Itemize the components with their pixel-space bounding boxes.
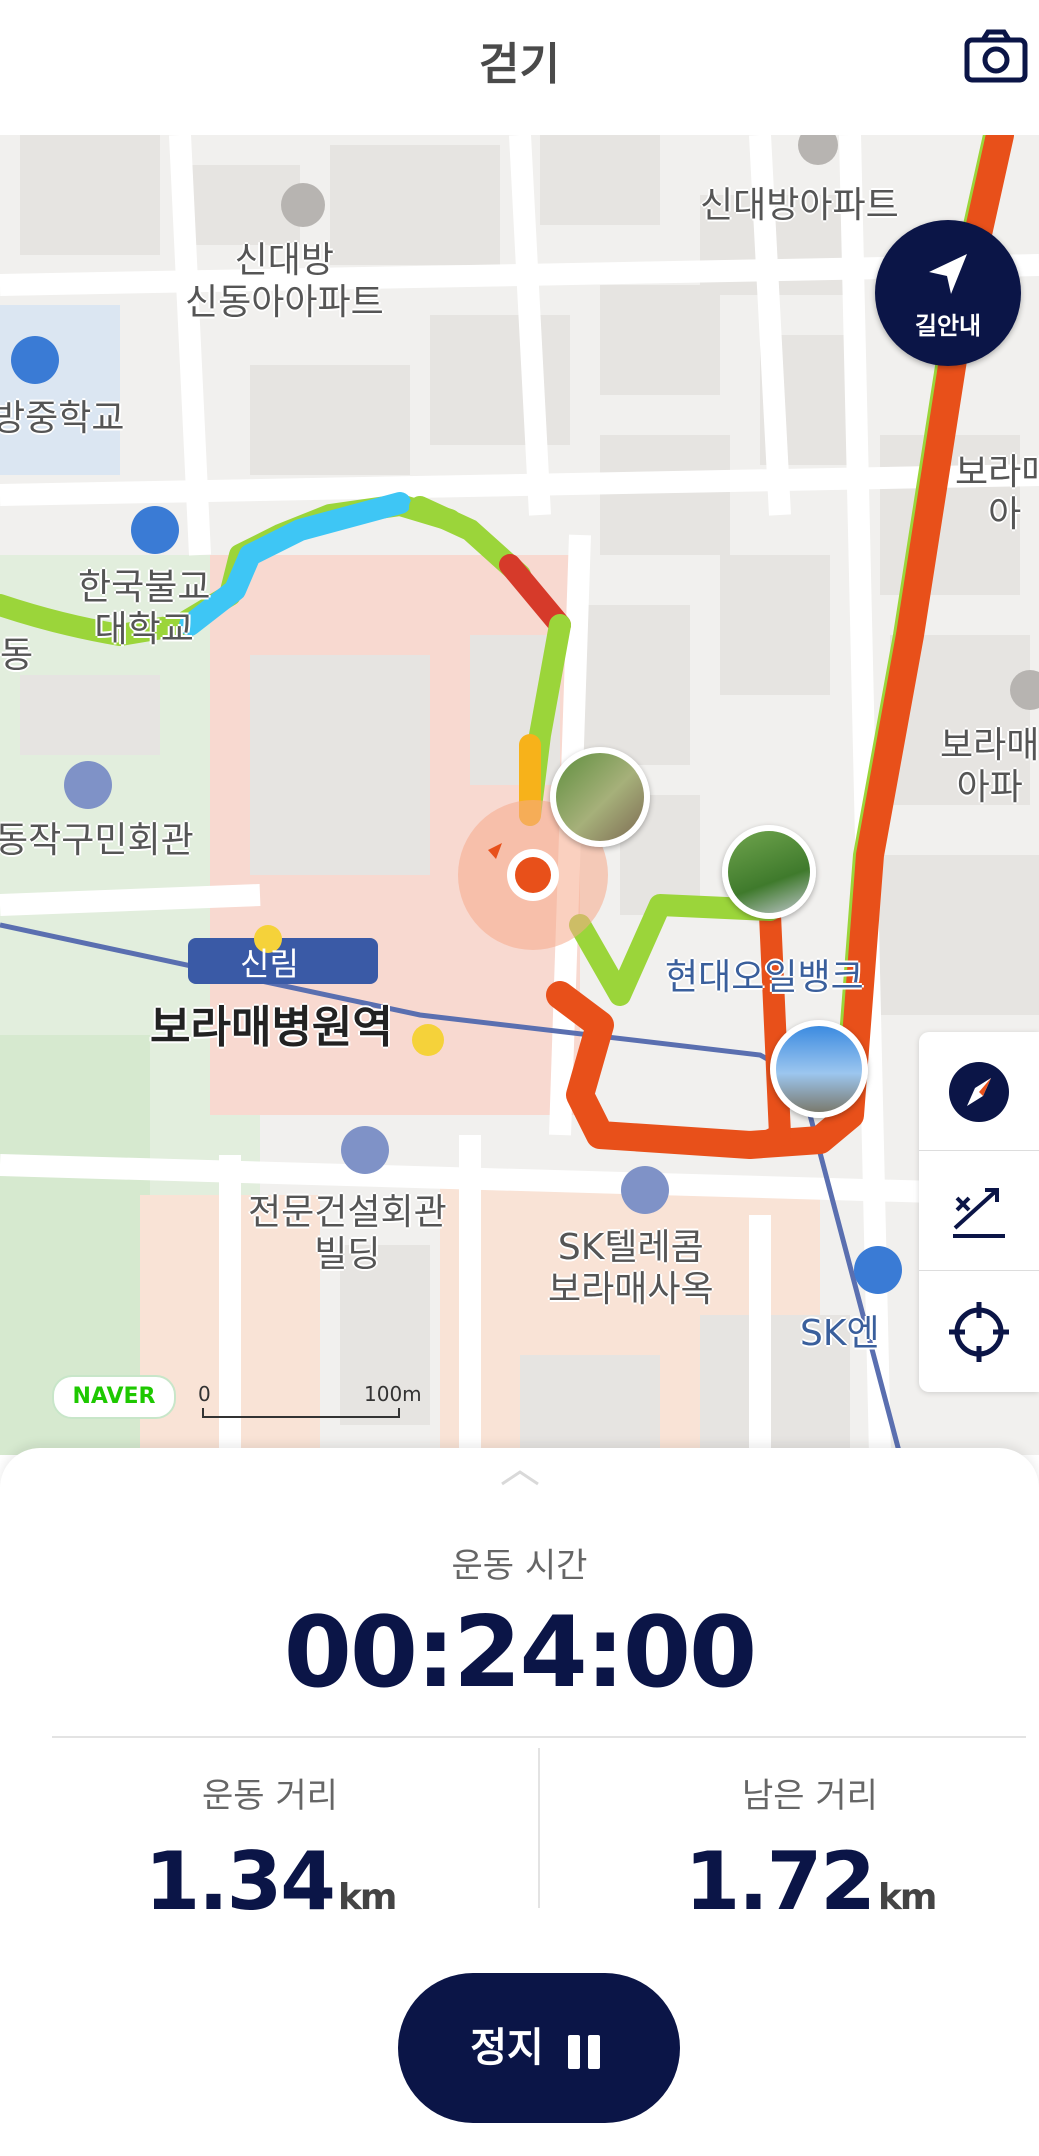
navigation-arrow-icon bbox=[929, 254, 967, 294]
map-label: 신림 bbox=[240, 945, 299, 983]
time-label: 운동 시간 bbox=[451, 1546, 588, 1586]
photo-thumbnail[interactable] bbox=[770, 1020, 868, 1118]
scale-zero: 0 bbox=[198, 1382, 211, 1406]
scale-distance: 100m bbox=[364, 1382, 422, 1406]
map-label: 보라매 아 bbox=[955, 452, 1039, 535]
top-bar: 걷기 bbox=[0, 0, 1039, 135]
pause-icon bbox=[567, 1975, 608, 2125]
locate-icon bbox=[949, 1302, 1009, 1362]
map-label: 동 bbox=[0, 635, 34, 676]
distance-unit: km bbox=[337, 1877, 397, 1918]
photo-thumbnail[interactable] bbox=[722, 825, 816, 919]
page-title: 걷기 bbox=[479, 39, 560, 90]
chevron-up-icon[interactable] bbox=[500, 1468, 540, 1488]
divider bbox=[538, 1748, 540, 1908]
locate-button[interactable] bbox=[919, 1272, 1039, 1390]
divider bbox=[52, 1736, 1026, 1738]
map-label: 방중학교 bbox=[0, 398, 125, 439]
remaining-value: 1.72 bbox=[684, 1835, 876, 1928]
compass-button[interactable] bbox=[919, 1032, 1039, 1151]
stop-button[interactable]: 정지 bbox=[398, 1973, 680, 2123]
map-scale: 0 100m bbox=[198, 1382, 422, 1420]
remaining-stat: 남은 거리 1.72 km bbox=[610, 1768, 1010, 1928]
distance-stat: 운동 거리 1.34 km bbox=[70, 1768, 470, 1928]
scale-bar bbox=[202, 1408, 400, 1418]
map-label: 신대방 신동아아파트 bbox=[185, 240, 384, 323]
compass-icon bbox=[949, 1062, 1009, 1122]
station-label: 보라매병원역 bbox=[150, 1002, 393, 1053]
map-label: 동작구민회관 bbox=[0, 820, 194, 861]
remaining-unit: km bbox=[877, 1877, 937, 1918]
map-label: 전문건설회관 빌딩 bbox=[248, 1192, 447, 1275]
time-value: 00:24:00 bbox=[283, 1596, 758, 1710]
route-icon bbox=[953, 1188, 1005, 1238]
stop-label: 정지 bbox=[470, 2025, 544, 2071]
route-button[interactable] bbox=[919, 1152, 1039, 1271]
navigation-button[interactable]: 길안내 bbox=[875, 220, 1021, 366]
navigation-label: 길안내 bbox=[914, 312, 982, 340]
map-label: 한국불교 대학교 bbox=[78, 567, 211, 650]
distance-value: 1.34 bbox=[144, 1835, 336, 1928]
map-label: 현대오일뱅크 bbox=[665, 957, 864, 998]
map-label: SK텔레콤 보라매사옥 bbox=[548, 1227, 714, 1310]
map-label: 신대방아파트 bbox=[700, 185, 899, 226]
map-toolbar bbox=[919, 1032, 1039, 1392]
map-label: SK엔 bbox=[800, 1313, 880, 1354]
photo-thumbnail[interactable] bbox=[550, 747, 650, 847]
map-label: 보라매 아파 bbox=[940, 725, 1039, 808]
distance-label: 운동 거리 bbox=[202, 1776, 338, 1816]
naver-logo: NAVER bbox=[52, 1375, 176, 1419]
remaining-label: 남은 거리 bbox=[742, 1776, 878, 1816]
camera-icon[interactable] bbox=[961, 26, 1031, 86]
